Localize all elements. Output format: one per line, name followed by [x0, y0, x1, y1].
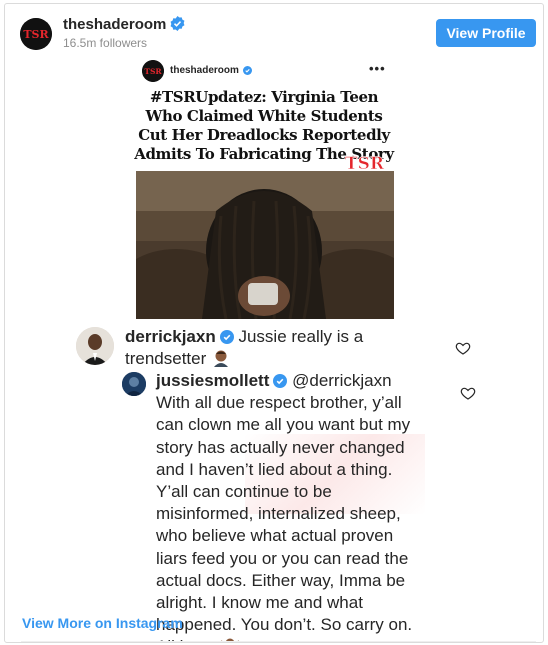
person-avatar-icon	[76, 327, 114, 365]
person-facepalm-emoji-icon	[214, 350, 228, 367]
view-more-on-instagram-link[interactable]: View More on Instagram	[22, 615, 183, 631]
comment-text: With all due respect brother, y’all can …	[156, 393, 413, 642]
view-profile-button[interactable]: View Profile	[436, 19, 536, 47]
comment-jussiesmollett: jussiesmollett @derrickjaxn With all due…	[156, 370, 426, 642]
profile-username[interactable]: theshaderoom	[63, 16, 185, 33]
comment-username[interactable]: jussiesmollett	[156, 371, 269, 390]
commenter-avatar[interactable]	[76, 327, 114, 365]
verified-badge-icon	[170, 16, 185, 31]
like-heart-icon[interactable]	[455, 340, 471, 356]
profile-username-text[interactable]: theshaderoom	[63, 16, 166, 33]
more-options-icon: •••	[369, 61, 386, 76]
comment-mention[interactable]: @derrickjaxn	[292, 371, 391, 390]
verified-badge-icon	[242, 66, 252, 75]
footer-divider	[21, 641, 536, 642]
like-heart-icon[interactable]	[460, 385, 476, 401]
comment-username[interactable]: derrickjaxn	[125, 327, 216, 346]
follower-count: 16.5m followers	[63, 36, 148, 50]
svg-text:TSR: TSR	[144, 67, 162, 76]
reply-avatar[interactable]	[122, 372, 146, 396]
profile-avatar[interactable]: TSR	[20, 18, 52, 50]
tsr-logo-icon: TSR	[142, 60, 164, 82]
verified-badge-icon	[273, 374, 288, 388]
comment-derrickjaxn: derrickjaxn Jussie really is a trendsett…	[125, 326, 425, 370]
inner-post-username: theshaderoom	[170, 65, 252, 76]
svg-text:TSR: TSR	[23, 28, 49, 41]
verified-badge-icon	[219, 330, 234, 344]
tsr-logo-icon: TSR	[20, 18, 52, 50]
inner-post-avatar: TSR	[142, 60, 164, 82]
post-photo	[136, 171, 394, 319]
photo-illustration	[136, 171, 394, 319]
person-avatar-icon	[122, 372, 146, 396]
instagram-embed-card: TSR theshaderoom 16.5m followers View Pr…	[4, 3, 544, 643]
inner-post-username-text: theshaderoom	[170, 65, 239, 76]
